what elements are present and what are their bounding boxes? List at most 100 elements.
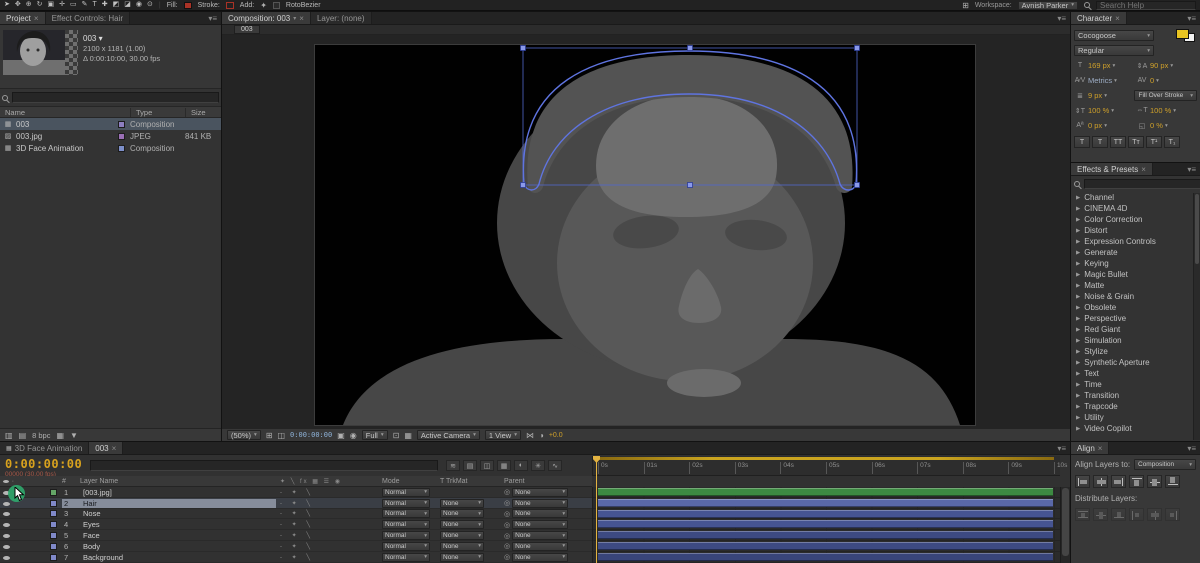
layer-row[interactable]: 5 Face - ✦ ╲ Normal ▾ None ▾ ◎ None ▾: [0, 530, 592, 541]
expand-arrow-icon[interactable]: ▶: [1076, 217, 1080, 223]
parent-select[interactable]: None ▾: [512, 531, 569, 541]
mode-select[interactable]: Normal ▾: [382, 552, 430, 562]
expand-arrow-icon[interactable]: ▶: [1076, 415, 1080, 421]
distribute-bottom-button[interactable]: [1111, 508, 1126, 521]
eye-toggle[interactable]: [0, 509, 12, 518]
layer-switches[interactable]: - ✦ ╲: [276, 554, 382, 561]
distribute-top-button[interactable]: [1075, 508, 1090, 521]
mode-select[interactable]: Normal ▾: [382, 487, 430, 497]
comp-navigator-tab[interactable]: 003: [234, 25, 260, 34]
tool-clone-stamp[interactable]: ◩: [113, 0, 120, 10]
trkmat-select[interactable]: None ▾: [440, 509, 484, 519]
interpret-footage-icon[interactable]: ▥: [5, 431, 13, 440]
parent-select[interactable]: None ▾: [512, 520, 569, 530]
project-item-row[interactable]: ▦ 003 Composition: [0, 118, 221, 130]
trkmat-select[interactable]: None ▾: [440, 552, 484, 562]
trash-icon[interactable]: ▼: [70, 431, 78, 440]
eye-toggle[interactable]: [0, 553, 12, 562]
selected-item-name[interactable]: 003 ▾: [83, 34, 160, 44]
tab-effects-presets[interactable]: Effects & Presets ×: [1071, 163, 1153, 175]
layer-switches[interactable]: - ✦ ╲: [276, 532, 382, 539]
project-bit-depth[interactable]: 8 bpc: [32, 431, 50, 440]
tab-composition[interactable]: Composition: 003 ▾ ×: [222, 12, 311, 24]
camera-select[interactable]: Active Camera ▾: [416, 430, 480, 440]
layer-duration-bar[interactable]: [598, 498, 1053, 507]
parent-select[interactable]: None ▾: [512, 541, 569, 551]
resolution-select[interactable]: Full ▾: [361, 430, 388, 440]
layer-duration-bar[interactable]: [598, 520, 1053, 529]
workspace-select[interactable]: Avnish Parker ▾: [1017, 0, 1078, 10]
expand-arrow-icon[interactable]: ▶: [1076, 283, 1080, 289]
effects-category-row[interactable]: ▶ Simulation: [1071, 335, 1200, 346]
eye-toggle[interactable]: [0, 499, 12, 508]
tab-character[interactable]: Character ×: [1071, 12, 1127, 24]
faux-style-button[interactable]: T¹: [1146, 136, 1162, 148]
label-color-chip[interactable]: [50, 499, 57, 507]
frame-blending-icon[interactable]: ▦: [497, 460, 511, 471]
mode-select[interactable]: Normal ▾: [382, 531, 430, 541]
layer-duration-bar[interactable]: [598, 541, 1053, 550]
eye-toggle[interactable]: [0, 531, 12, 540]
region-of-interest-icon[interactable]: ⊡: [393, 431, 400, 440]
expand-arrow-icon[interactable]: ▶: [1076, 261, 1080, 267]
layer-switches[interactable]: - ✦ ╲: [276, 521, 382, 528]
parent-select[interactable]: None ▾: [512, 509, 569, 519]
layer-row[interactable]: 7 Background - ✦ ╲ Normal ▾ None ▾ ◎ None ▾: [0, 552, 592, 563]
align-top-button[interactable]: [1129, 475, 1144, 488]
layer-name[interactable]: Hair: [80, 498, 276, 508]
project-item-row[interactable]: ▦ 3D Face Animation Composition: [0, 142, 221, 154]
tool-mask[interactable]: ▭: [70, 0, 77, 10]
expand-arrow-icon[interactable]: ▶: [1076, 393, 1080, 399]
expand-arrow-icon[interactable]: ▶: [1076, 294, 1080, 300]
layer-switches[interactable]: - ✦ ╲: [276, 489, 382, 496]
tab-timeline-other-comp[interactable]: ▦ 3D Face Animation: [0, 442, 90, 454]
parent-pickwhip-icon[interactable]: ◎: [504, 532, 510, 540]
tool-selection[interactable]: ➤: [4, 0, 10, 10]
stroke-width-control[interactable]: ≣ 9 px ▾: [1074, 91, 1130, 100]
layer-row[interactable]: 6 Body - ✦ ╲ Normal ▾ None ▾ ◎ None ▾: [0, 541, 592, 552]
tool-zoom[interactable]: ⊕: [26, 0, 32, 10]
expand-arrow-icon[interactable]: ▶: [1076, 349, 1080, 355]
expand-arrow-icon[interactable]: ▶: [1076, 327, 1080, 333]
parent-pickwhip-icon[interactable]: ◎: [504, 510, 510, 518]
tab-align[interactable]: Align ×: [1071, 442, 1110, 454]
view-layout-select[interactable]: 1 View ▾: [484, 430, 521, 440]
stroke-color-swatch[interactable]: [225, 1, 234, 9]
effects-category-row[interactable]: ▶ Channel: [1071, 192, 1200, 203]
layer-name[interactable]: [003.jpg]: [80, 488, 276, 497]
align-horizontal-center-button[interactable]: [1093, 475, 1108, 488]
font-family-select[interactable]: Cocogoose ▾: [1074, 30, 1154, 41]
expand-arrow-icon[interactable]: ▶: [1076, 272, 1080, 278]
timeline-track-area[interactable]: [592, 487, 1060, 563]
layer-name[interactable]: Eyes: [80, 520, 276, 529]
layer-switches[interactable]: - ✦ ╲: [276, 543, 382, 550]
faux-style-button[interactable]: Tт: [1128, 136, 1144, 148]
grid-guides-icon[interactable]: ◫: [277, 431, 285, 440]
effects-search-input[interactable]: [1084, 179, 1200, 189]
viewer-timecode[interactable]: 0:00:00:00: [290, 431, 332, 439]
tab-project[interactable]: Project ×: [0, 12, 46, 24]
effects-category-row[interactable]: ▶ Video Copilot: [1071, 423, 1200, 434]
layer-switches[interactable]: - ✦ ╲: [276, 500, 382, 507]
parent-pickwhip-icon[interactable]: ◎: [504, 521, 510, 529]
effects-category-row[interactable]: ▶ Keying: [1071, 258, 1200, 269]
hide-shy-layers-icon[interactable]: ◫: [480, 460, 494, 471]
distribute-right-button[interactable]: [1165, 508, 1180, 521]
tool-eraser[interactable]: ◪: [124, 0, 131, 10]
effects-category-row[interactable]: ▶ CINEMA 4D: [1071, 203, 1200, 214]
help-search-input[interactable]: [1096, 0, 1196, 10]
panel-menu-icon[interactable]: ▾≡: [1183, 442, 1200, 454]
comp-mini-flowchart-icon[interactable]: ≋: [446, 460, 460, 471]
exposure-value[interactable]: +0.0: [549, 432, 563, 439]
effects-category-row[interactable]: ▶ Utility: [1071, 412, 1200, 423]
pixel-aspect-icon[interactable]: ⋈: [526, 431, 534, 440]
effects-category-row[interactable]: ▶ Magic Bullet: [1071, 269, 1200, 280]
label-color-chip[interactable]: [50, 542, 57, 550]
panel-menu-icon[interactable]: ▾≡: [1183, 12, 1200, 24]
faux-style-button[interactable]: TT: [1110, 136, 1126, 148]
effects-category-row[interactable]: ▶ Synthetic Aperture: [1071, 357, 1200, 368]
tracking-control[interactable]: AV 0 ▾: [1136, 76, 1194, 85]
layer-switches[interactable]: - ✦ ╲: [276, 510, 382, 517]
effects-category-row[interactable]: ▶ Expression Controls: [1071, 236, 1200, 247]
align-bottom-button[interactable]: [1165, 475, 1180, 488]
